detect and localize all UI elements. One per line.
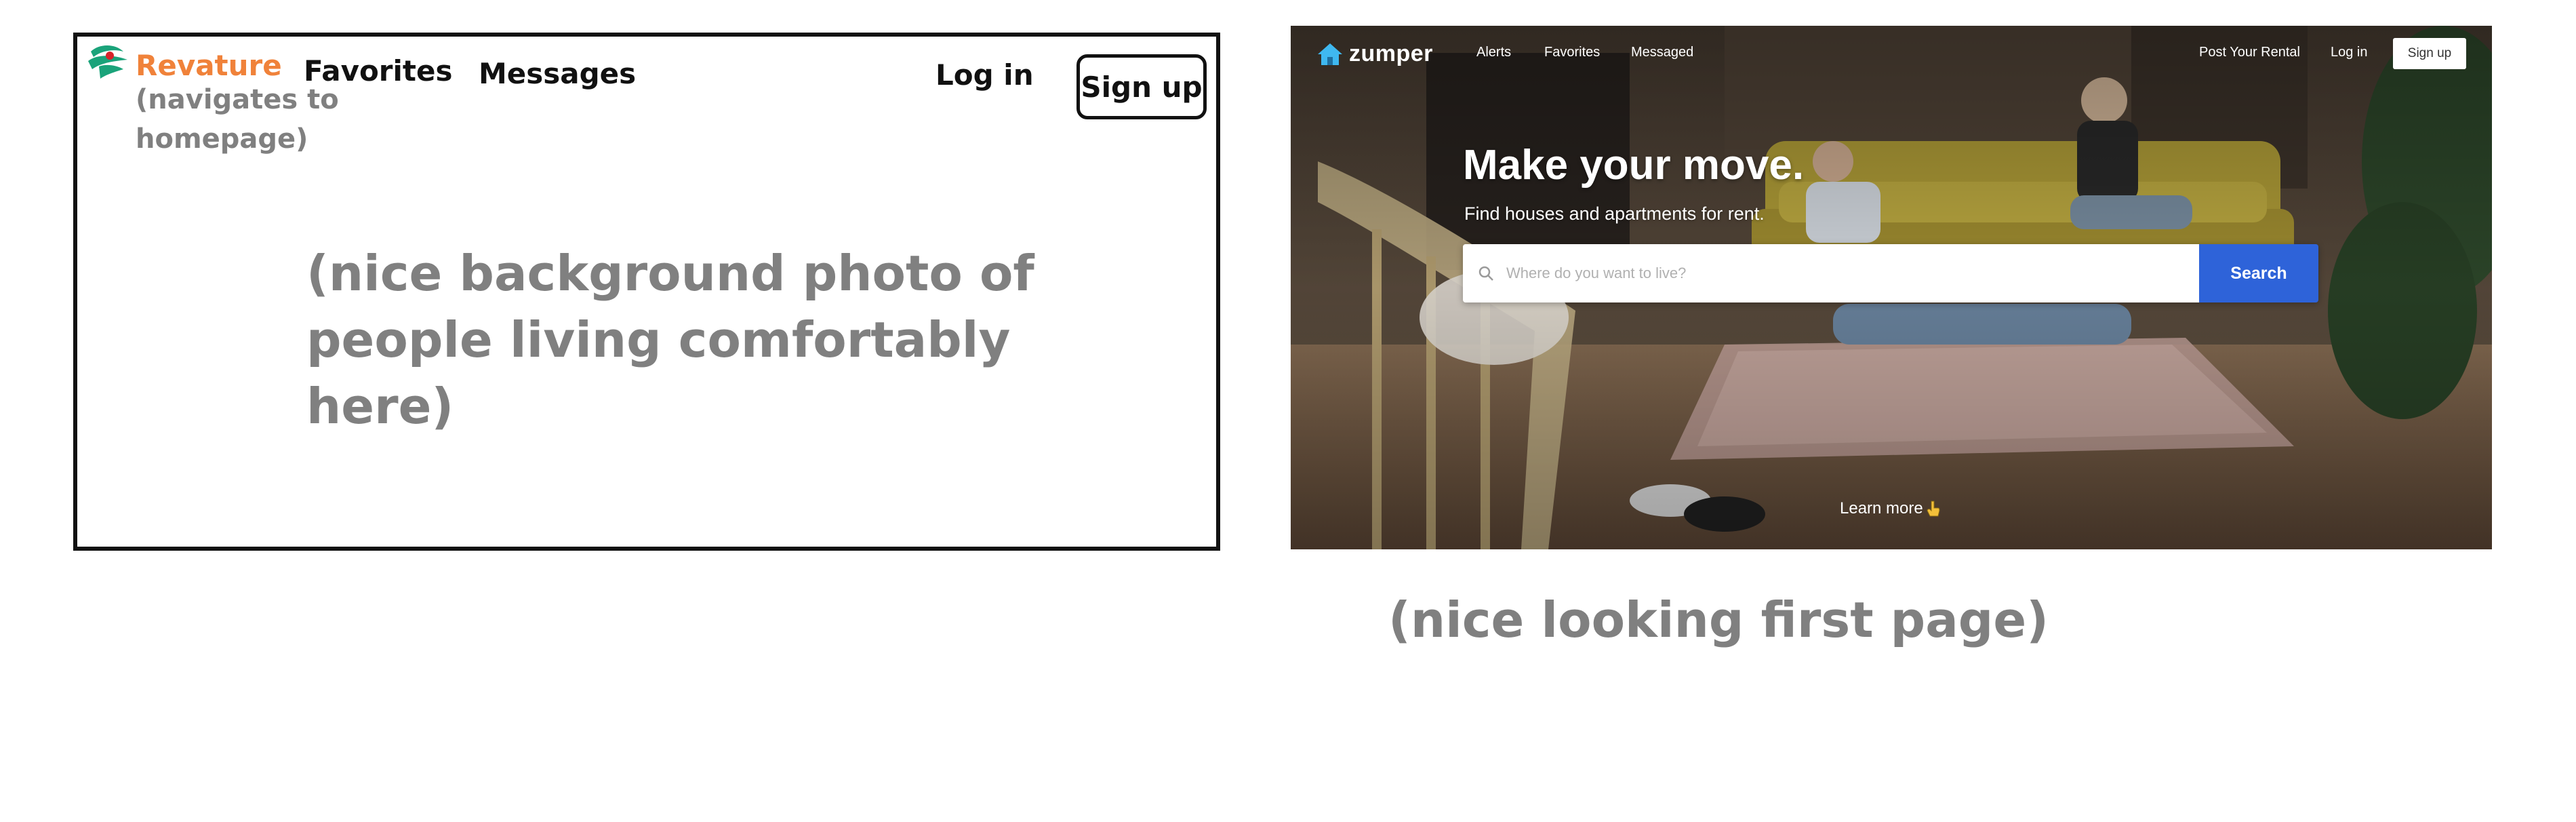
house-icon bbox=[1318, 43, 1342, 65]
reference-screenshot: zumper Alerts Favorites Messaged Post Yo… bbox=[1291, 26, 2492, 549]
brand-link[interactable]: Revature bbox=[136, 49, 282, 82]
login-link[interactable]: Log in bbox=[2331, 45, 2368, 60]
search-bar: Search bbox=[1463, 244, 2318, 302]
nav-messages[interactable]: Messages bbox=[479, 57, 636, 90]
signup-button[interactable]: Sign up bbox=[2393, 38, 2466, 69]
pointing-hand-icon bbox=[1927, 501, 1940, 517]
background-annotation: (nice background photo of people living … bbox=[306, 245, 1034, 435]
reference-caption: (nice looking first page) bbox=[1388, 591, 2049, 648]
brand-annotation: (navigates to homepage) bbox=[136, 84, 339, 155]
nav-favorites[interactable]: Favorites bbox=[304, 54, 452, 87]
login-link[interactable]: Log in bbox=[935, 58, 1034, 92]
revature-logo-icon[interactable] bbox=[85, 42, 130, 81]
zumper-logo[interactable]: zumper bbox=[1316, 41, 1433, 67]
zumper-wordmark: zumper bbox=[1349, 41, 1433, 66]
hero-subtitle: Find houses and apartments for rent. bbox=[1464, 203, 1765, 224]
search-input[interactable] bbox=[1505, 264, 2118, 283]
learn-more-link[interactable]: Learn more bbox=[1840, 499, 1941, 518]
nav-messaged[interactable]: Messaged bbox=[1631, 45, 1693, 60]
learn-more-label: Learn more bbox=[1840, 499, 1923, 517]
nav-favorites[interactable]: Favorites bbox=[1544, 45, 1600, 60]
hero-title: Make your move. bbox=[1463, 142, 1805, 189]
signup-button[interactable]: Sign up bbox=[1076, 54, 1207, 119]
search-button[interactable]: Search bbox=[2199, 244, 2318, 302]
search-field[interactable] bbox=[1463, 244, 2199, 302]
wireframe-panel: Revature (navigates to homepage) Favorit… bbox=[73, 33, 1220, 551]
nav-alerts[interactable]: Alerts bbox=[1476, 45, 1511, 60]
search-icon bbox=[1478, 266, 1493, 281]
post-rental-link[interactable]: Post Your Rental bbox=[2199, 45, 2300, 60]
